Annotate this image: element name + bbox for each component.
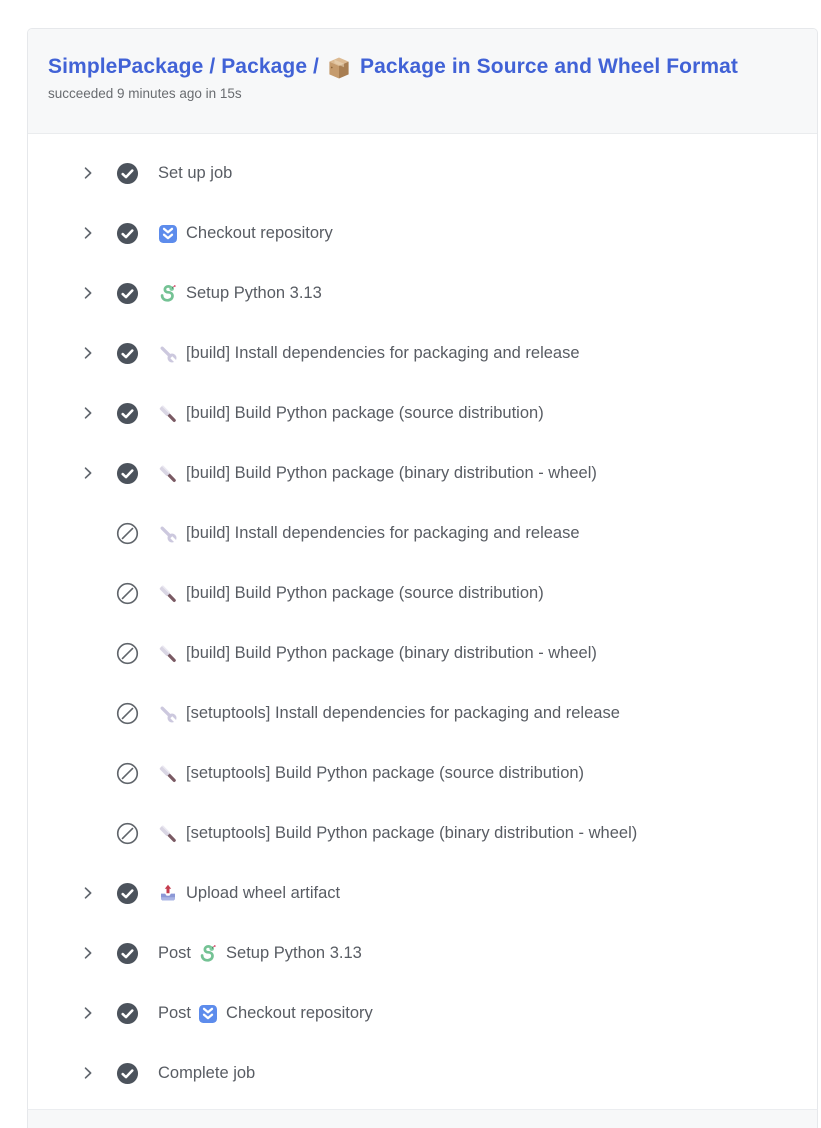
- wrench-icon: [158, 344, 178, 364]
- step-content: Checkout repository: [158, 223, 333, 243]
- step-label: Complete job: [158, 1064, 255, 1083]
- chevron-right-icon[interactable]: [81, 166, 95, 180]
- step-content: Complete job: [158, 1064, 255, 1083]
- step-label: Setup Python 3.13: [226, 944, 362, 963]
- status-success-icon: [116, 942, 139, 965]
- step-row[interactable]: Post Setup Python 3.13: [28, 923, 817, 983]
- step-row: [setuptools] Build Python package (sourc…: [28, 743, 817, 803]
- python-icon: [198, 944, 218, 964]
- step-label: Checkout repository: [226, 1004, 373, 1023]
- status-success-icon: [116, 162, 139, 185]
- step-row: [setuptools] Build Python package (binar…: [28, 803, 817, 863]
- step-content: [build] Build Python package (binary dis…: [158, 643, 597, 663]
- hammer-icon: [158, 824, 178, 844]
- step-row: [setuptools] Install dependencies for pa…: [28, 683, 817, 743]
- steps-list: Set up job Checkout repository Setup Pytho…: [28, 134, 817, 1103]
- step-content: Set up job: [158, 164, 232, 183]
- step-content: [build] Install dependencies for packagi…: [158, 343, 580, 363]
- status-success-icon: [116, 1062, 139, 1085]
- status-success-icon: [116, 1002, 139, 1025]
- step-content: [build] Build Python package (binary dis…: [158, 463, 597, 483]
- step-label: Upload wheel artifact: [186, 884, 340, 903]
- hammer-icon: [158, 584, 178, 604]
- download-icon: [158, 224, 178, 244]
- step-label: [setuptools] Build Python package (sourc…: [186, 764, 584, 783]
- step-label: [build] Install dependencies for packagi…: [186, 524, 580, 543]
- download-icon: [198, 1004, 218, 1024]
- step-content: [build] Build Python package (source dis…: [158, 583, 544, 603]
- chevron-right-icon[interactable]: [81, 286, 95, 300]
- package-icon: [327, 56, 351, 80]
- step-content: [build] Build Python package (source dis…: [158, 403, 544, 423]
- chevron-right-icon[interactable]: [81, 346, 95, 360]
- status-skipped-icon: [116, 582, 139, 605]
- step-content: Post Checkout repository: [158, 1003, 373, 1023]
- step-label: Setup Python 3.13: [186, 284, 322, 303]
- step-content: [setuptools] Build Python package (binar…: [158, 823, 637, 843]
- hammer-icon: [158, 464, 178, 484]
- chevron-right-icon[interactable]: [81, 946, 95, 960]
- upload-icon: [158, 884, 178, 904]
- step-row[interactable]: [build] Build Python package (binary dis…: [28, 443, 817, 503]
- step-row[interactable]: Post Checkout repository: [28, 983, 817, 1043]
- step-label: [build] Build Python package (binary dis…: [186, 644, 597, 663]
- chevron-right-icon[interactable]: [81, 466, 95, 480]
- status-success-icon: [116, 342, 139, 365]
- status-skipped-icon: [116, 762, 139, 785]
- step-label: [build] Build Python package (source dis…: [186, 404, 544, 423]
- step-row: [build] Build Python package (binary dis…: [28, 623, 817, 683]
- step-row: [build] Install dependencies for packagi…: [28, 503, 817, 563]
- step-label: Set up job: [158, 164, 232, 183]
- wrench-icon: [158, 704, 178, 724]
- status-success-icon: [116, 882, 139, 905]
- step-label: [setuptools] Install dependencies for pa…: [186, 704, 620, 723]
- step-row[interactable]: [build] Install dependencies for packagi…: [28, 323, 817, 383]
- step-label: [build] Build Python package (source dis…: [186, 584, 544, 603]
- step-row[interactable]: Set up job: [28, 143, 817, 203]
- hammer-icon: [158, 404, 178, 424]
- job-name[interactable]: Package in Source and Wheel Format: [360, 55, 738, 79]
- run-breadcrumb[interactable]: SimplePackage / Package /: [48, 55, 319, 79]
- step-content: [setuptools] Install dependencies for pa…: [158, 703, 620, 723]
- hammer-icon: [158, 764, 178, 784]
- step-row[interactable]: Complete job: [28, 1043, 817, 1103]
- status-success-icon: [116, 402, 139, 425]
- chevron-right-icon[interactable]: [81, 406, 95, 420]
- step-content: Upload wheel artifact: [158, 883, 340, 903]
- run-status-line: succeeded 9 minutes ago in 15s: [48, 86, 797, 101]
- step-content: [build] Install dependencies for packagi…: [158, 523, 580, 543]
- step-label: [build] Install dependencies for packagi…: [186, 344, 580, 363]
- status-success-icon: [116, 282, 139, 305]
- run-title[interactable]: SimplePackage / Package / Package in Sou…: [48, 55, 797, 79]
- step-row[interactable]: [build] Build Python package (source dis…: [28, 383, 817, 443]
- status-success-icon: [116, 462, 139, 485]
- step-row[interactable]: Checkout repository: [28, 203, 817, 263]
- status-success-icon: [116, 222, 139, 245]
- workflow-run-card: SimplePackage / Package / Package in Sou…: [27, 28, 818, 1128]
- chevron-right-icon[interactable]: [81, 886, 95, 900]
- status-skipped-icon: [116, 822, 139, 845]
- step-prefix: Post: [158, 1004, 191, 1023]
- step-label: Checkout repository: [186, 224, 333, 243]
- chevron-right-icon[interactable]: [81, 1066, 95, 1080]
- step-prefix: Post: [158, 944, 191, 963]
- run-header: SimplePackage / Package / Package in Sou…: [28, 29, 817, 134]
- step-content: Setup Python 3.13: [158, 283, 322, 303]
- step-content: [setuptools] Build Python package (sourc…: [158, 763, 584, 783]
- step-row[interactable]: Setup Python 3.13: [28, 263, 817, 323]
- step-row[interactable]: Upload wheel artifact: [28, 863, 817, 923]
- step-content: Post Setup Python 3.13: [158, 943, 362, 963]
- run-footer: [27, 1109, 818, 1128]
- status-skipped-icon: [116, 642, 139, 665]
- status-skipped-icon: [116, 522, 139, 545]
- step-row: [build] Build Python package (source dis…: [28, 563, 817, 623]
- chevron-right-icon[interactable]: [81, 226, 95, 240]
- python-icon: [158, 284, 178, 304]
- wrench-icon: [158, 524, 178, 544]
- hammer-icon: [158, 644, 178, 664]
- status-skipped-icon: [116, 702, 139, 725]
- chevron-right-icon[interactable]: [81, 1006, 95, 1020]
- step-label: [build] Build Python package (binary dis…: [186, 464, 597, 483]
- step-label: [setuptools] Build Python package (binar…: [186, 824, 637, 843]
